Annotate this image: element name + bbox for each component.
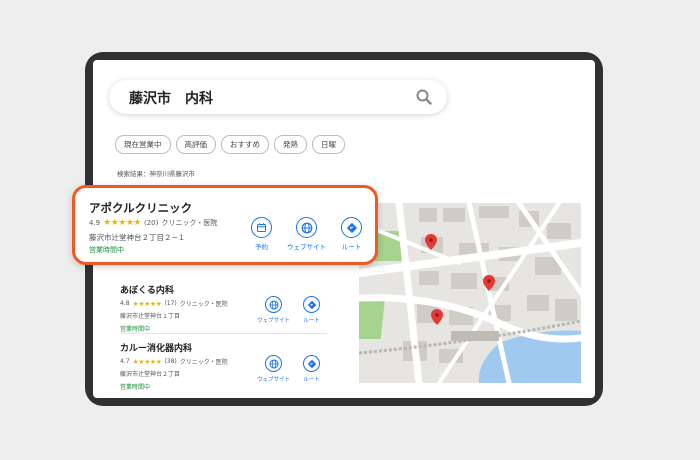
- results-label: 検索結果：神奈川県藤沢市: [117, 170, 195, 178]
- list-item[interactable]: カルー消化器内科 4.7 ★★★★★ (38) クリニック・医院 藤沢市辻堂神台…: [120, 341, 330, 391]
- review-count: (38): [164, 358, 177, 365]
- website-button[interactable]: ウェブサイト: [287, 217, 326, 251]
- address: 藤沢市辻堂神台１丁目: [120, 313, 181, 320]
- map[interactable]: [359, 203, 581, 383]
- stars-icon: ★★★★★: [103, 218, 141, 228]
- featured-rating-row: 4.9 ★★★★★ (20) クリニック・医院: [89, 218, 217, 228]
- route-label: ルート: [303, 377, 320, 383]
- filter-chips: 現在営業中 高評価 おすすめ 発熱 日曜: [115, 135, 345, 154]
- filter-chip-top-rated[interactable]: 高評価: [175, 135, 216, 154]
- route-button[interactable]: ルート: [303, 296, 320, 324]
- route-label: ルート: [341, 243, 362, 251]
- route-label: ルート: [303, 318, 320, 324]
- globe-icon: [265, 296, 282, 313]
- rating-row: 4.7 ★★★★★ (38) クリニック・医院: [120, 357, 330, 367]
- globe-icon: [296, 217, 317, 238]
- filter-chip-open-now[interactable]: 現在営業中: [115, 135, 171, 154]
- directions-icon: [303, 355, 320, 372]
- website-button[interactable]: ウェブサイト: [257, 355, 290, 383]
- featured-open-status: 営業時間中: [89, 246, 124, 254]
- filter-chip-recommended[interactable]: おすすめ: [221, 135, 269, 154]
- directions-icon: [341, 217, 362, 238]
- result-name[interactable]: あぼくる内科: [120, 283, 330, 296]
- open-status: 営業時間中: [120, 326, 151, 333]
- website-label: ウェブサイト: [287, 243, 326, 251]
- review-count: (20): [143, 219, 159, 227]
- category: クリニック・医院: [161, 219, 218, 227]
- search-bar[interactable]: 藤沢市 内科: [109, 80, 447, 114]
- review-count: (17): [164, 300, 177, 307]
- category: クリニック・医院: [179, 359, 228, 366]
- open-status: 営業時間中: [120, 384, 151, 391]
- featured-name[interactable]: アポクルクリニック: [89, 200, 192, 216]
- stars-icon: ★★★★★: [132, 299, 162, 308]
- rating-value: 4.9: [89, 219, 101, 227]
- website-label: ウェブサイト: [257, 318, 291, 324]
- category: クリニック・医院: [179, 301, 228, 308]
- featured-result-card[interactable]: アポクルクリニック 4.9 ★★★★★ (20) クリニック・医院 藤沢市辻堂神…: [72, 185, 378, 265]
- reserve-button[interactable]: 予約: [251, 217, 272, 251]
- filter-chip-fever[interactable]: 発熱: [274, 135, 307, 154]
- list-item[interactable]: あぼくる内科 4.8 ★★★★★ (17) クリニック・医院 藤沢市辻堂神台１丁…: [120, 283, 330, 333]
- directions-icon: [303, 296, 320, 313]
- website-label: ウェブサイト: [257, 377, 291, 383]
- stars-icon: ★★★★★: [132, 357, 162, 366]
- search-icon[interactable]: [415, 88, 433, 106]
- globe-icon: [265, 355, 282, 372]
- website-button[interactable]: ウェブサイト: [257, 296, 290, 324]
- reserve-label: 予約: [255, 243, 268, 251]
- route-button[interactable]: ルート: [303, 355, 320, 383]
- address: 藤沢市辻堂神台２丁目: [120, 371, 181, 378]
- rating-value: 4.8: [120, 300, 130, 307]
- rating-value: 4.7: [120, 358, 130, 365]
- search-query[interactable]: 藤沢市 内科: [129, 88, 213, 108]
- featured-address: 藤沢市辻堂神台２丁目２−１: [89, 233, 186, 242]
- rating-row: 4.8 ★★★★★ (17) クリニック・医院: [120, 299, 330, 309]
- result-name[interactable]: カルー消化器内科: [120, 341, 330, 354]
- divider: [120, 333, 327, 334]
- route-button[interactable]: ルート: [341, 217, 362, 251]
- filter-chip-sunday[interactable]: 日曜: [312, 135, 345, 154]
- calendar-icon: [251, 217, 272, 238]
